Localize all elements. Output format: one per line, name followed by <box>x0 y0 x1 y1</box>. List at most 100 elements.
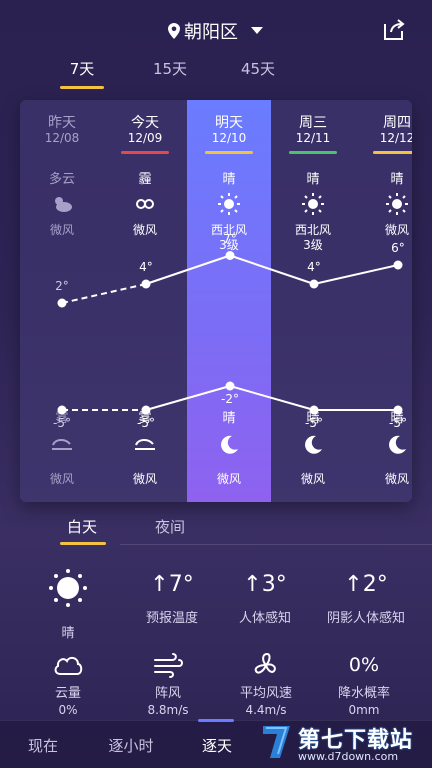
cloudy-sun-icon <box>55 197 72 212</box>
aqi-bar <box>205 151 253 154</box>
location-pin-icon <box>168 23 180 39</box>
location-selector[interactable]: 朝阳区 <box>0 18 432 44</box>
moon-icon <box>305 435 322 454</box>
moon-icon <box>389 435 406 454</box>
high-temp-label: 7° <box>223 231 237 246</box>
cloud-stat: 云量 0% <box>18 650 118 717</box>
cloud-icon <box>54 656 83 675</box>
gust-label: 阵风 <box>154 686 181 701</box>
shade-feels-label: 阴影人体感知 <box>326 611 405 626</box>
night-wind: 微风 <box>300 472 325 486</box>
share-icon[interactable] <box>382 18 406 42</box>
gust-value: 8.8m/s <box>147 703 189 717</box>
day-weather: 多云 <box>48 172 75 187</box>
nav-now[interactable]: 现在 <box>8 735 78 756</box>
avg-wind-label: 平均风速 <box>239 686 292 701</box>
avg-wind-value: 4.4m/s <box>245 703 287 717</box>
forecast-column-today[interactable]: 今天 12/09 霾 微风 雾 微风 <box>103 100 187 502</box>
wind-icon <box>154 653 183 678</box>
precip-prob-value: 0% <box>348 654 380 676</box>
night-weather: 晴 <box>222 411 236 426</box>
precip-value: 0mm <box>348 703 380 717</box>
day-label: 昨天 <box>48 115 76 131</box>
date-label: 12/12 <box>379 131 412 145</box>
night-wind: 微风 <box>132 472 157 486</box>
nav-daily[interactable]: 逐天 <box>182 735 252 756</box>
nav-hourly[interactable]: 逐小时 <box>96 735 166 756</box>
day-label: 明天 <box>215 115 243 131</box>
tab-night[interactable]: 夜间 <box>140 516 200 537</box>
moon-icon <box>221 435 238 454</box>
haze-icon <box>136 199 154 209</box>
tab-45-days[interactable]: 45天 <box>228 58 288 79</box>
date-label: 12/08 <box>44 131 80 145</box>
low-temp-label: -5° <box>53 416 71 430</box>
shade-feels-stat: ↑2° 阴影人体感知 <box>310 572 422 626</box>
day-weather: 霾 <box>138 172 152 187</box>
sun-icon <box>49 569 87 607</box>
forecast-column-tomorrow[interactable]: 明天 12/10 晴 西北风 3级 晴 微风 <box>187 100 271 502</box>
high-temp-label: 4° <box>307 260 321 274</box>
sun-icon <box>218 193 240 215</box>
tab-indicator <box>60 86 104 89</box>
aqi-bar <box>121 151 169 154</box>
gust-stat: 阵风 8.8m/s <box>118 650 218 717</box>
cloud-label: 云量 <box>54 686 81 701</box>
high-temp-label: 6° <box>391 241 405 255</box>
day-wind: 微风 <box>132 223 157 237</box>
tab-7-days[interactable]: 7天 <box>52 58 112 79</box>
low-temp-label: -5° <box>305 416 323 430</box>
day-label: 周四 <box>383 115 411 131</box>
shade-feels-value: ↑2° <box>344 572 388 597</box>
day-wind: 微风 <box>49 223 74 237</box>
tab-daytime[interactable]: 白天 <box>52 516 112 537</box>
forecast-temp-value: ↑7° <box>150 572 194 597</box>
low-temp-label: -5° <box>389 416 407 430</box>
sun-icon <box>302 193 324 215</box>
day-label: 周三 <box>299 115 327 131</box>
divider <box>120 544 432 545</box>
feels-like-label: 人体感知 <box>238 611 291 626</box>
bottom-nav-indicator <box>198 719 234 722</box>
tab-15-days[interactable]: 15天 <box>140 58 200 79</box>
high-temp-label: 2° <box>55 279 69 293</box>
chevron-down-icon <box>251 27 263 34</box>
detail-weather: 晴 <box>30 568 106 641</box>
detail-primary: 晴 ↑7° 预报温度 ↑3° 人体感知 ↑2° 阴影人体感知 <box>0 560 432 641</box>
precip-stat: 0% 降水概率 0mm <box>314 650 414 717</box>
forecast-temp-stat: ↑7° 预报温度 <box>127 572 217 626</box>
forecast-column-wednesday[interactable]: 周三 12/11 晴 西北风 3级 晴 微风 <box>271 100 355 502</box>
forecast-card: 昨天 12/08 多云 微风 雾 微风 今天 12/09 霾 微风 雾 微风 明… <box>20 100 412 502</box>
night-wind: 微风 <box>49 472 74 486</box>
day-label: 今天 <box>131 115 159 131</box>
forecast-column-thursday[interactable]: 周四 12/12 晴 微风 晴 微风 <box>355 100 412 502</box>
low-temp-label: -5° <box>137 416 155 430</box>
day-wind: 西北风 3级 <box>294 223 331 252</box>
date-label: 12/11 <box>295 131 331 145</box>
day-weather: 晴 <box>390 172 404 187</box>
forecast-temp-label: 预报温度 <box>145 611 198 626</box>
detail-secondary: 云量 0% 阵风 8.8m/s 平均风速 4.4m/s 0% 降水概率 0mm <box>0 650 432 720</box>
low-temp-label: -2° <box>221 392 239 406</box>
location-name: 朝阳区 <box>184 22 238 43</box>
cloud-value: 0% <box>58 703 78 717</box>
header: 朝阳区 <box>0 0 432 60</box>
day-weather: 晴 <box>222 172 236 187</box>
watermark-url: www.d7down.com <box>298 750 399 763</box>
feels-like-value: ↑3° <box>243 572 287 597</box>
avg-wind-stat: 平均风速 4.4m/s <box>216 650 316 717</box>
date-label: 12/09 <box>127 131 163 145</box>
precip-label: 降水概率 <box>337 686 390 701</box>
range-tabs: 7天 15天 45天 <box>0 58 432 94</box>
night-wind: 微风 <box>216 472 241 486</box>
sun-icon <box>386 193 408 215</box>
high-temp-label: 4° <box>139 260 153 274</box>
fan-icon <box>254 652 276 674</box>
forecast-column-yesterday[interactable]: 昨天 12/08 多云 微风 雾 微风 <box>20 100 104 502</box>
fog-icon <box>135 439 155 450</box>
fog-icon <box>52 439 72 450</box>
day-weather: 晴 <box>306 172 320 187</box>
aqi-bar <box>289 151 337 154</box>
aqi-bar <box>373 151 412 154</box>
night-wind: 微风 <box>384 472 409 486</box>
